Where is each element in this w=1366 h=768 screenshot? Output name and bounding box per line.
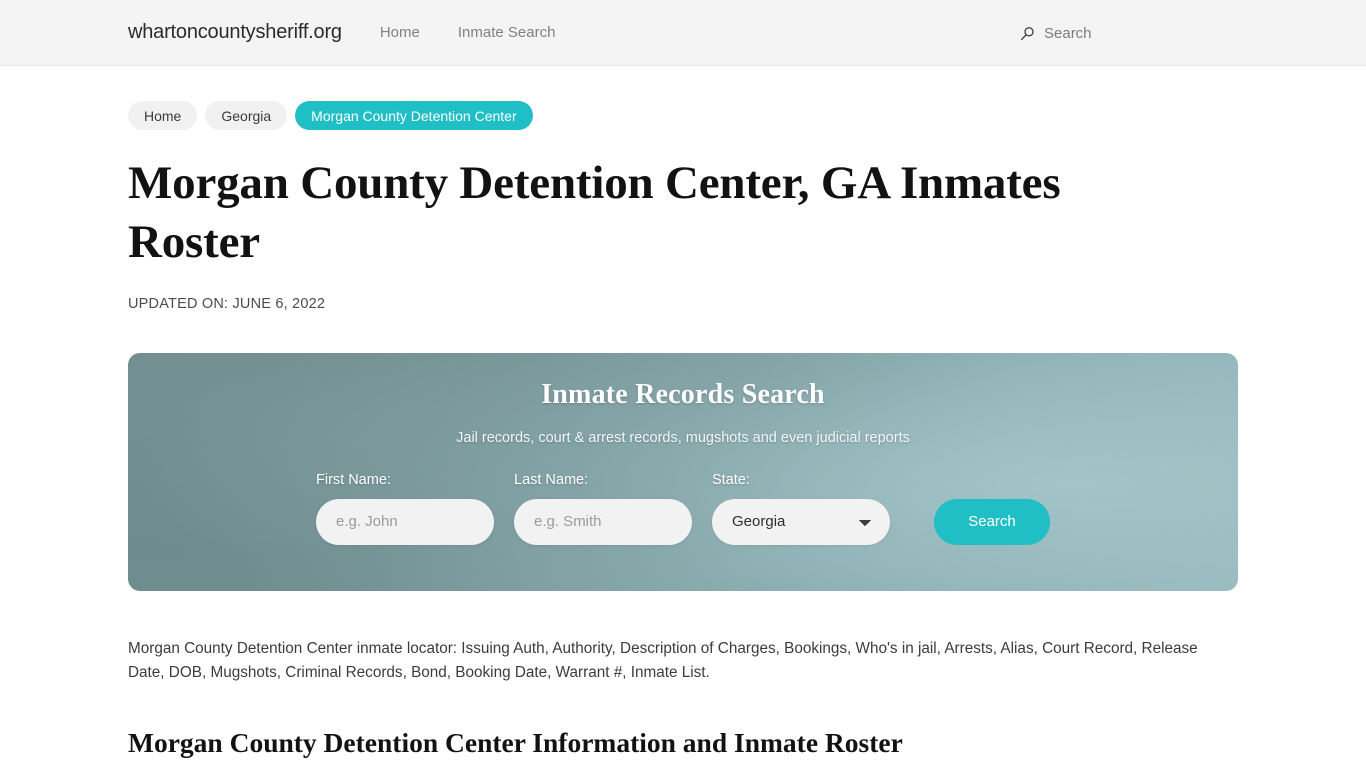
- first-name-label: First Name:: [316, 471, 391, 488]
- header-search-label: Search: [1044, 24, 1092, 42]
- primary-nav: Home Inmate Search: [380, 24, 556, 41]
- page-content: Home Georgia Morgan County Detention Cen…: [0, 101, 1366, 768]
- first-name-field-group: First Name:: [316, 472, 494, 545]
- header-search-trigger[interactable]: Search: [1020, 0, 1092, 66]
- site-header: whartoncountysheriff.org Home Inmate Sea…: [0, 0, 1366, 66]
- inmate-search-form: First Name: Last Name: State: Georgia Se…: [316, 472, 1050, 545]
- updated-on-text: UPDATED ON: JUNE 6, 2022: [128, 295, 326, 312]
- search-submit-button[interactable]: Search: [934, 498, 1050, 545]
- page-title: Morgan County Detention Center, GA Inmat…: [128, 157, 1061, 268]
- first-name-input[interactable]: [316, 498, 494, 545]
- state-field-group: State: Georgia: [712, 472, 890, 545]
- nav-item-inmate-search[interactable]: Inmate Search: [458, 24, 556, 41]
- state-select[interactable]: Georgia: [712, 498, 890, 545]
- breadcrumb-item-home[interactable]: Home: [128, 101, 198, 130]
- breadcrumb-item-georgia[interactable]: Georgia: [205, 101, 288, 130]
- search-icon: [1020, 26, 1035, 41]
- state-label: State:: [712, 471, 750, 488]
- last-name-field-group: Last Name:: [514, 472, 692, 545]
- search-panel-subtitle: Jail records, court & arrest records, mu…: [456, 429, 910, 446]
- site-brand-link[interactable]: whartoncountysheriff.org: [128, 21, 342, 44]
- intro-paragraph: Morgan County Detention Center inmate lo…: [128, 639, 1198, 682]
- last-name-input[interactable]: [514, 498, 692, 545]
- nav-item-home[interactable]: Home: [380, 24, 420, 41]
- last-name-label: Last Name:: [514, 471, 589, 488]
- section-heading: Morgan County Detention Center Informati…: [128, 727, 903, 759]
- search-panel-title: Inmate Records Search: [541, 378, 825, 410]
- breadcrumb: Home Georgia Morgan County Detention Cen…: [128, 101, 1238, 130]
- breadcrumb-item-current: Morgan County Detention Center: [295, 101, 533, 130]
- inmate-records-search-panel: Inmate Records Search Jail records, cour…: [128, 352, 1238, 591]
